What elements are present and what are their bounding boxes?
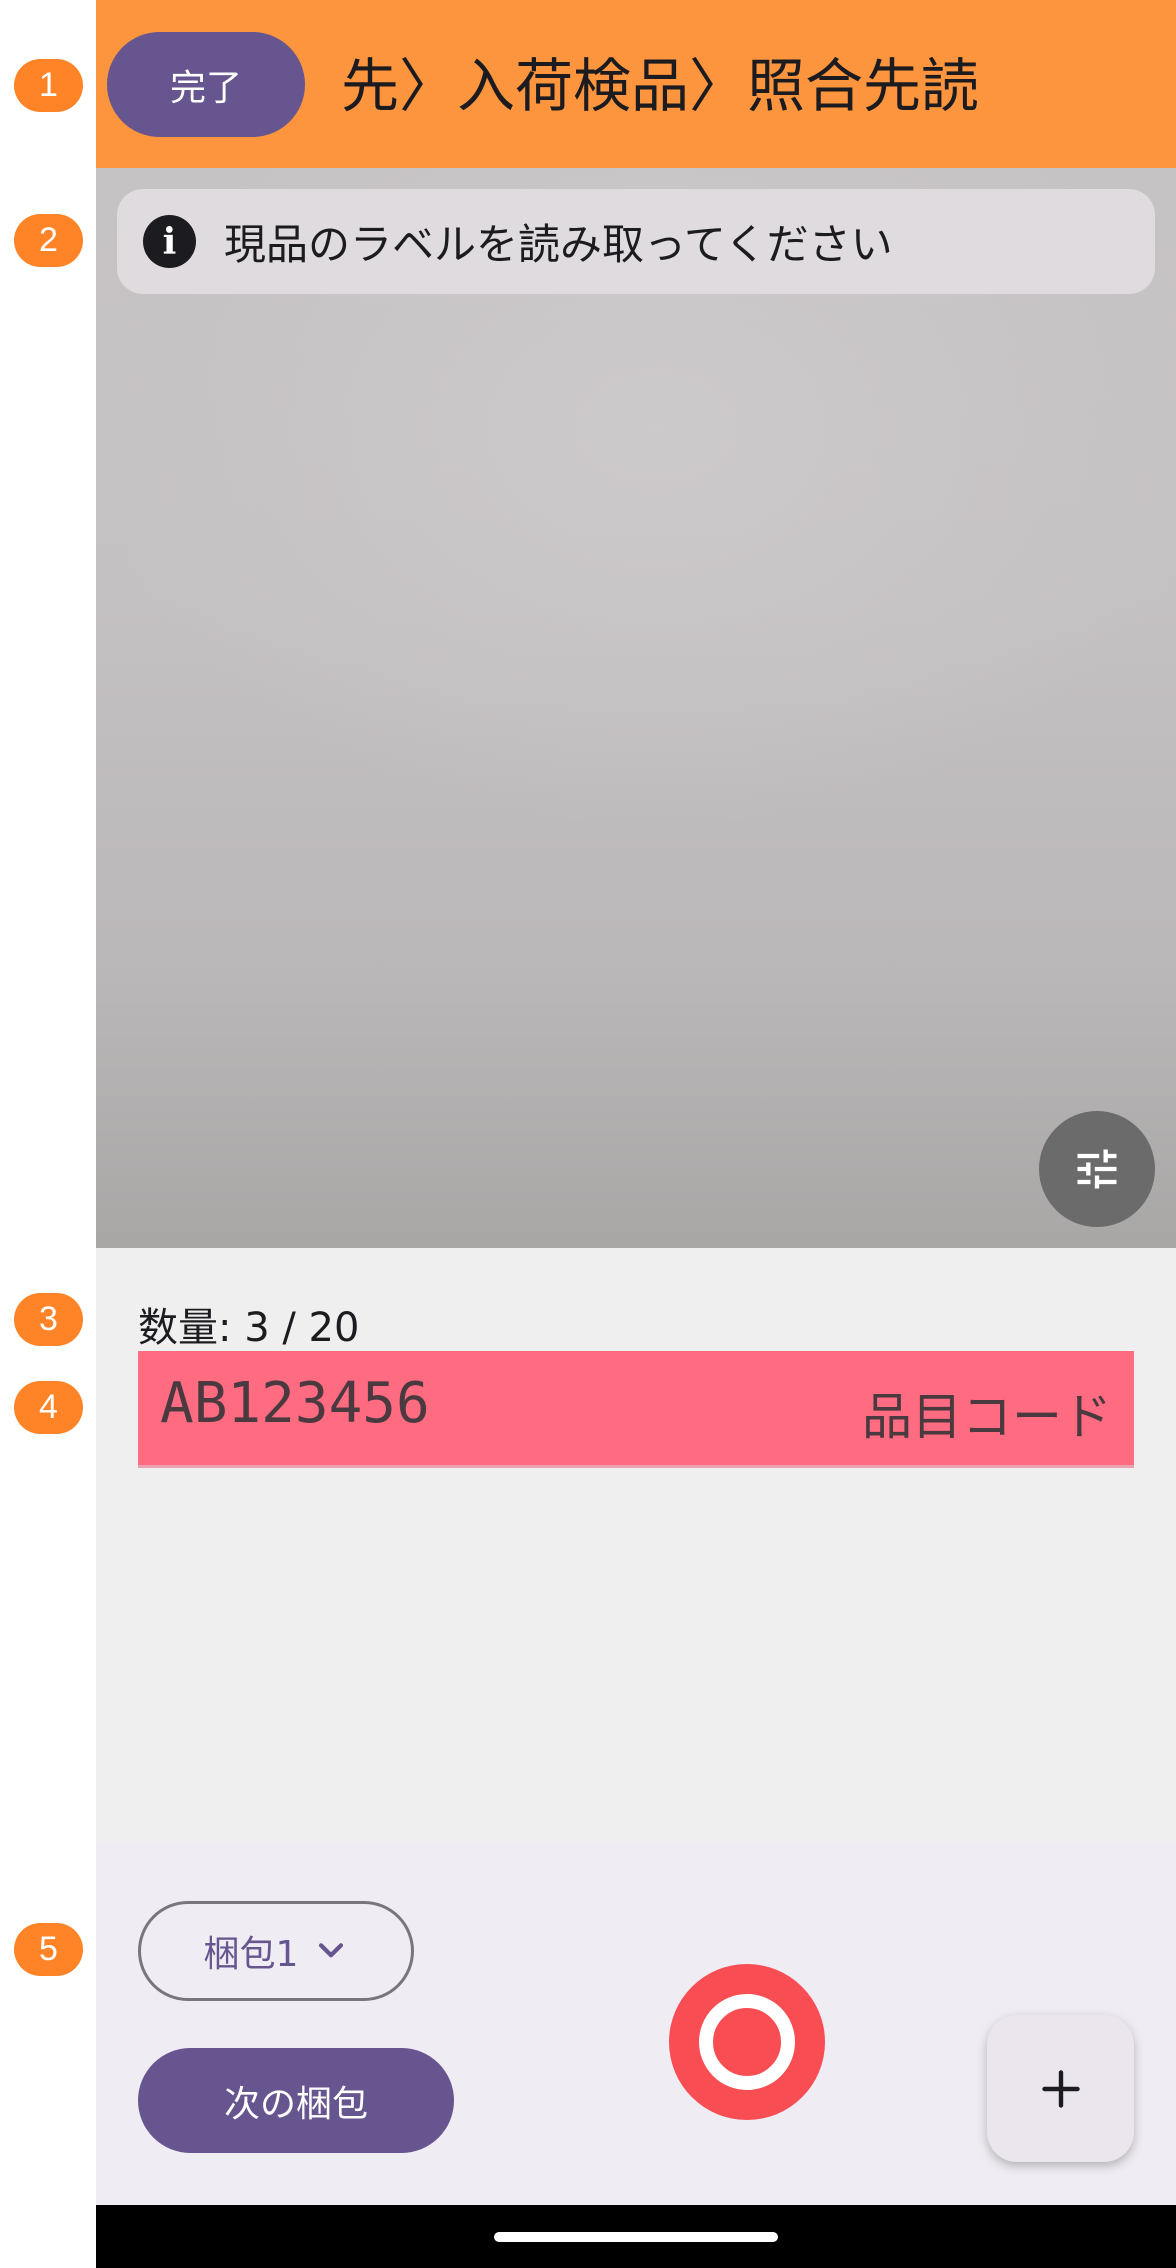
instruction-text: 現品のラベルを読み取ってください: [224, 220, 893, 269]
info-icon: i: [143, 215, 196, 268]
plus-icon: [1041, 2069, 1080, 2108]
next-package-button[interactable]: 次の梱包: [138, 2048, 454, 2153]
done-button[interactable]: 完了: [107, 32, 305, 137]
annotation-marker-5: 5: [14, 1923, 83, 1976]
quantity-label: 数量: 3 / 20: [138, 1305, 360, 1351]
package-select-value: 梱包1: [203, 1934, 299, 1975]
tune-icon: [1077, 1149, 1117, 1189]
annotation-gutter: 1 2 3 4 5: [0, 0, 96, 2268]
capture-icon: [699, 1994, 795, 2090]
annotation-marker-3: 3: [14, 1293, 83, 1346]
phone-screen: 完了 先〉入荷検品〉照合先読 i 現品のラベルを読み取ってください 数量: 3 …: [96, 0, 1176, 2268]
annotation-marker-1: 1: [14, 59, 83, 112]
instruction-banner: i 現品のラベルを読み取ってください: [117, 189, 1155, 294]
item-code-label: 品目コード: [862, 1388, 1112, 1446]
item-code-value: AB123456: [160, 1371, 430, 1436]
bottom-panel: 梱包1 次の梱包: [96, 1843, 1176, 2205]
package-select[interactable]: 梱包1: [138, 1901, 414, 2001]
add-button[interactable]: [987, 2015, 1134, 2162]
annotation-marker-4: 4: [14, 1381, 83, 1434]
app-bar: 完了 先〉入荷検品〉照合先読: [96, 0, 1176, 168]
home-indicator[interactable]: [494, 2232, 778, 2242]
chevron-down-icon: [319, 1943, 344, 1958]
breadcrumb: 先〉入荷検品〉照合先読: [341, 52, 980, 120]
capture-button[interactable]: [669, 1964, 825, 2120]
camera-preview[interactable]: i 現品のラベルを読み取ってください: [96, 168, 1176, 1248]
system-nav-bar: [96, 2205, 1176, 2268]
annotation-marker-2: 2: [14, 214, 83, 267]
item-code-field[interactable]: AB123456 品目コード: [138, 1351, 1134, 1468]
camera-settings-button[interactable]: [1039, 1111, 1155, 1227]
